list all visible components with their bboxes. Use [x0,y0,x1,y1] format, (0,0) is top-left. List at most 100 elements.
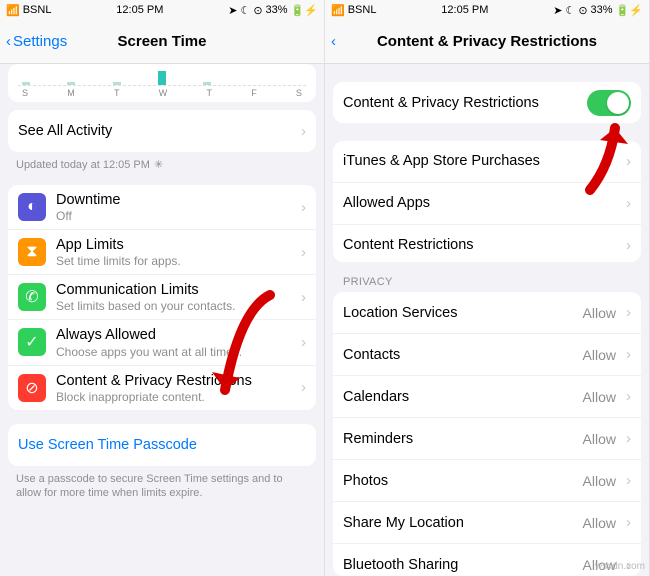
passcode-label: Use Screen Time Passcode [18,436,306,454]
downtime-row[interactable]: ◐ Downtime Off › [8,185,316,230]
location-icon: ➤ [553,4,562,17]
chevron-right-icon: › [301,334,306,351]
usage-chart[interactable]: S M T W T F S [8,64,316,102]
app-limits-row[interactable]: ⧗ App Limits Set time limits for apps. › [8,230,316,275]
content: S M T W T F S See All Activity › Updated… [0,64,324,576]
privacy-group: Location Services Allow › Contacts Allow… [333,292,641,576]
app-limits-icon: ⧗ [18,238,46,266]
see-all-group: See All Activity › [8,110,316,152]
master-toggle-group: Content & Privacy Restrictions [333,82,641,123]
chevron-right-icon: › [301,123,306,140]
contacts-row[interactable]: Contacts Allow › [333,334,641,376]
itunes-row[interactable]: iTunes & App Store Purchases › [333,141,641,183]
see-all-activity[interactable]: See All Activity › [8,110,316,152]
communication-limits-row[interactable]: ✆ Communication Limits Set limits based … [8,275,316,320]
day-label: T [206,88,212,98]
chevron-right-icon: › [626,237,631,254]
day-label: M [67,88,75,98]
privacy-header: Privacy [325,262,649,292]
always-allowed-sub: Choose apps you want at all times. [56,345,291,359]
status-bar: 📶 BSNL 12:05 PM ➤ ☾ ⊙ 33% 🔋⚡ [325,0,649,20]
chevron-right-icon: › [626,346,631,363]
content-privacy-row[interactable]: ⊘ Content & Privacy Restrictions Block i… [8,366,316,410]
battery-icon: 🔋⚡ [616,4,643,17]
communication-sub: Set limits based on your contacts. [56,299,291,313]
row-value: Allow [583,389,616,405]
row-label: Contacts [343,346,573,364]
allowed-apps-label: Allowed Apps [343,194,616,212]
chevron-left-icon: ‹ [6,33,11,50]
downtime-label: Downtime [56,191,291,209]
spinner-icon: ✳︎ [154,158,163,171]
row-value: Allow [583,515,616,531]
row-label: Photos [343,472,573,490]
chevron-right-icon: › [626,514,631,531]
row-value: Allow [583,347,616,363]
calendars-row[interactable]: Calendars Allow › [333,376,641,418]
share-location-row[interactable]: Share My Location Allow › [333,502,641,544]
chevron-right-icon: › [626,388,631,405]
restrict-icon: ⊘ [18,374,46,402]
back-label: Settings [13,33,67,50]
master-label: Content & Privacy Restrictions [343,94,577,112]
alarm-icon: ⊙ [578,4,587,17]
allowed-apps-row[interactable]: Allowed Apps › [333,183,641,225]
communication-label: Communication Limits [56,281,291,299]
restrictions-pane: 📶 BSNL 12:05 PM ➤ ☾ ⊙ 33% 🔋⚡ ‹ Content &… [325,0,650,576]
reminders-row[interactable]: Reminders Allow › [333,418,641,460]
row-label: Location Services [343,304,573,322]
carrier-label: BSNL [348,4,377,16]
clock: 12:05 PM [441,4,488,16]
chevron-right-icon: › [301,379,306,396]
chevron-right-icon: › [626,304,631,321]
page-title: Content & Privacy Restrictions [325,33,649,50]
limits-group: ◐ Downtime Off › ⧗ App Limits Set time l… [8,185,316,410]
day-label: F [251,88,257,98]
chevron-left-icon: ‹ [331,33,336,50]
day-label: T [114,88,120,98]
updated-label: Updated today at 12:05 PM [16,159,150,171]
toggle-on[interactable] [587,90,631,116]
row-label: Share My Location [343,514,573,532]
location-icon: ➤ [228,4,237,17]
chevron-right-icon: › [301,289,306,306]
row-value: Allow [583,473,616,489]
back-button[interactable]: ‹ Settings [6,33,67,50]
itunes-label: iTunes & App Store Purchases [343,152,616,170]
chevron-right-icon: › [301,244,306,261]
downtime-sub: Off [56,209,291,223]
use-passcode[interactable]: Use Screen Time Passcode [8,424,316,466]
row-value: Allow [583,305,616,321]
dnd-icon: ☾ [565,4,575,17]
always-allowed-row[interactable]: ✓ Always Allowed Choose apps you want at… [8,320,316,365]
day-label: W [159,88,168,98]
dnd-icon: ☾ [240,4,250,17]
passcode-group: Use Screen Time Passcode [8,424,316,466]
updated-text: Updated today at 12:05 PM ✳︎ [0,152,324,177]
row-label: Calendars [343,388,573,406]
content: Content & Privacy Restrictions iTunes & … [325,64,649,576]
content-privacy-sub: Block inappropriate content. [56,390,291,404]
passcode-footer: Use a passcode to secure Screen Time set… [0,466,324,507]
communication-icon: ✆ [18,283,46,311]
always-allowed-label: Always Allowed [56,326,291,344]
chevron-right-icon: › [626,153,631,170]
purchases-group: iTunes & App Store Purchases › Allowed A… [333,141,641,263]
screen-time-pane: 📶 BSNL 12:05 PM ➤ ☾ ⊙ 33% 🔋⚡ ‹ Settings … [0,0,325,576]
back-button[interactable]: ‹ [331,33,336,50]
row-label: Bluetooth Sharing [343,556,573,574]
row-value: Allow [583,431,616,447]
content-restrictions-row[interactable]: Content Restrictions › [333,225,641,263]
carrier-label: BSNL [23,4,52,16]
downtime-icon: ◐ [18,193,46,221]
master-toggle-row[interactable]: Content & Privacy Restrictions [333,82,641,123]
signal-icon: 📶 [331,4,345,17]
signal-icon: 📶 [6,4,20,17]
chevron-right-icon: › [626,430,631,447]
chevron-right-icon: › [626,195,631,212]
location-services-row[interactable]: Location Services Allow › [333,292,641,334]
photos-row[interactable]: Photos Allow › [333,460,641,502]
battery-icon: 🔋⚡ [291,4,318,17]
content-privacy-label: Content & Privacy Restrictions [56,372,291,390]
chevron-right-icon: › [626,472,631,489]
